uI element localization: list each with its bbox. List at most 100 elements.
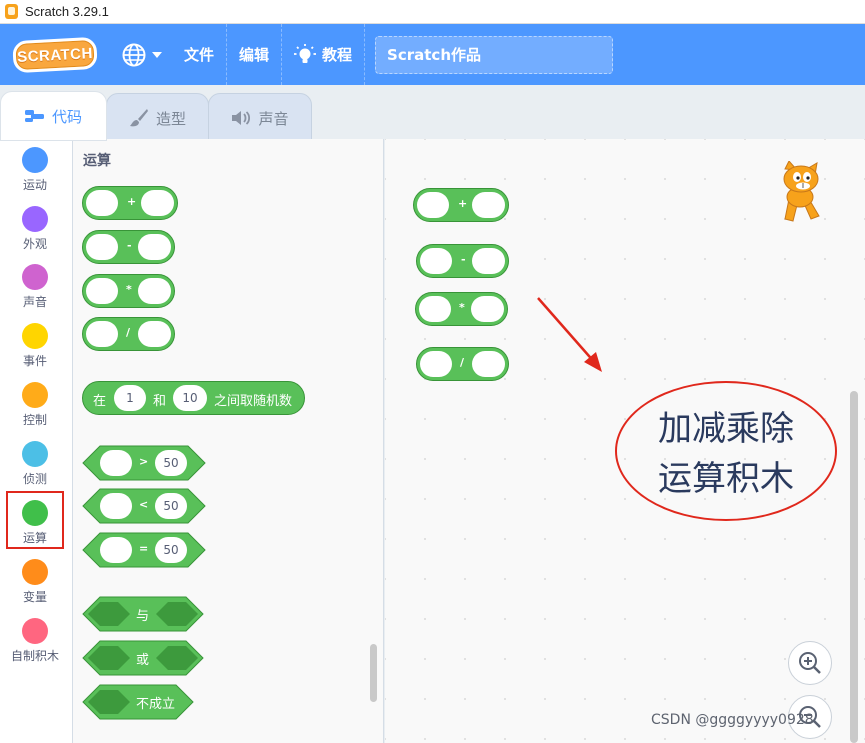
- speaker-icon: [232, 111, 251, 125]
- lightbulb-icon: [294, 43, 317, 63]
- workspace-scrollbar[interactable]: [850, 391, 858, 743]
- block-text: 在: [93, 394, 107, 409]
- input-slot[interactable]: [141, 190, 174, 216]
- compare-value-input[interactable]: 50: [155, 450, 187, 476]
- input-slot[interactable]: [138, 234, 171, 260]
- category-dot: [22, 559, 48, 585]
- input-slot[interactable]: [138, 321, 171, 347]
- equals-block[interactable]: = 50: [82, 532, 206, 568]
- category-dot: [22, 264, 48, 290]
- tab-code-label: 代码: [51, 107, 82, 126]
- window-title: Scratch 3.29.1: [25, 4, 109, 19]
- workspace-multiply-block[interactable]: *: [415, 292, 508, 326]
- category-dot: [22, 206, 48, 232]
- category-label: 运动: [22, 178, 47, 192]
- category-events[interactable]: 事件: [0, 315, 70, 371]
- operator-symbol: +: [458, 197, 468, 210]
- scratch-cat-sprite-icon: [783, 161, 820, 222]
- input-slot[interactable]: [472, 351, 505, 377]
- category-control[interactable]: 控制: [0, 374, 70, 430]
- block-text: 和: [153, 394, 167, 409]
- brush-icon: [129, 109, 148, 127]
- language-menu[interactable]: [110, 24, 172, 85]
- input-slot[interactable]: [420, 351, 452, 377]
- category-my-blocks[interactable]: 自制积木: [0, 610, 70, 666]
- input-slot[interactable]: [86, 278, 118, 304]
- operator-symbol: =: [139, 542, 149, 555]
- category-variables[interactable]: 变量: [0, 551, 70, 607]
- workspace-divide-block[interactable]: /: [416, 347, 509, 381]
- input-slot[interactable]: [86, 190, 118, 216]
- category-label: 变量: [22, 590, 47, 604]
- operator-symbol: <: [139, 498, 149, 511]
- multiply-block[interactable]: *: [82, 274, 175, 308]
- operator-symbol: /: [126, 326, 131, 339]
- category-dot: [22, 323, 48, 349]
- random-to-input[interactable]: 10: [173, 385, 207, 411]
- category-label: 外观: [22, 237, 47, 251]
- less-than-block[interactable]: < 50: [82, 488, 206, 524]
- and-block[interactable]: 与: [82, 596, 204, 632]
- tab-costumes[interactable]: 造型: [106, 93, 209, 143]
- logic-operator-label: 或: [136, 653, 150, 668]
- annotation-line: 加减乘除: [658, 409, 794, 449]
- not-block[interactable]: 不成立: [82, 684, 194, 720]
- category-motion[interactable]: 运动: [0, 139, 70, 195]
- operator-symbol: >: [139, 455, 149, 468]
- compare-value-input[interactable]: 50: [155, 537, 187, 563]
- palette-section-title: 运算: [83, 153, 111, 169]
- zoom-in-button[interactable]: [788, 641, 832, 685]
- annotation-callout: 加减乘除 运算积木: [615, 381, 837, 521]
- logic-operator-label: 不成立: [136, 697, 176, 712]
- block-text: 之间取随机数: [214, 394, 293, 409]
- operator-symbol: +: [127, 195, 137, 208]
- window-title-bar: Scratch 3.29.1: [0, 0, 865, 24]
- edit-menu[interactable]: 编辑: [227, 24, 281, 85]
- compare-value-input[interactable]: 50: [155, 493, 187, 519]
- scratch-app-icon: [5, 4, 18, 19]
- or-block[interactable]: 或: [82, 640, 204, 676]
- input-slot[interactable]: [420, 248, 452, 274]
- category-sound[interactable]: 声音: [0, 256, 70, 312]
- input-slot[interactable]: [86, 234, 118, 260]
- add-block[interactable]: +: [82, 186, 178, 220]
- annotation-arrow: [537, 297, 602, 372]
- workspace-subtract-block[interactable]: -: [416, 244, 509, 278]
- greater-than-block[interactable]: > 50: [82, 445, 206, 481]
- chevron-down-icon: [152, 51, 162, 58]
- file-menu[interactable]: 文件: [172, 24, 226, 85]
- category-dot: [22, 618, 48, 644]
- scratch-logo[interactable]: SCRATCH: [12, 36, 98, 73]
- input-slot[interactable]: [471, 296, 504, 322]
- zoom-in-icon: [799, 652, 821, 674]
- random-from-input[interactable]: 1: [114, 385, 146, 411]
- subtract-block[interactable]: -: [82, 230, 175, 264]
- category-label: 自制积木: [10, 649, 59, 663]
- input-slot[interactable]: [472, 248, 505, 274]
- category-dot: [22, 441, 48, 467]
- globe-icon: [122, 43, 146, 66]
- category-sensing[interactable]: 侦测: [0, 433, 70, 489]
- category-looks[interactable]: 外观: [0, 198, 70, 254]
- input-slot[interactable]: [472, 192, 505, 218]
- operator-symbol: *: [459, 301, 465, 314]
- input-slot[interactable]: [86, 321, 118, 347]
- workspace-add-block[interactable]: +: [413, 188, 509, 222]
- watermark: CSDN @ggggyyyy0928: [651, 712, 814, 728]
- palette-scrollbar[interactable]: [370, 644, 377, 702]
- editor-tabs: 代码 造型 声音: [0, 85, 865, 143]
- project-title-input[interactable]: Scratch作品: [375, 35, 614, 74]
- category-dot: [22, 382, 48, 408]
- category-label: 声音: [22, 295, 47, 309]
- input-slot[interactable]: [138, 278, 171, 304]
- annotation-line: 运算积木: [658, 459, 794, 499]
- pick-random-block[interactable]: 在 1 和 10 之间取随机数: [82, 381, 305, 415]
- tutorials-button[interactable]: 教程: [282, 24, 364, 85]
- category-menu: 运动 外观 声音 事件 控制 侦测 运算 变量 自制积木: [0, 139, 73, 743]
- input-slot[interactable]: [417, 192, 449, 218]
- divide-block[interactable]: /: [82, 317, 175, 351]
- operator-symbol: -: [461, 253, 466, 266]
- tab-sounds[interactable]: 声音: [208, 93, 312, 143]
- tab-code[interactable]: 代码: [0, 91, 107, 141]
- input-slot[interactable]: [419, 296, 451, 322]
